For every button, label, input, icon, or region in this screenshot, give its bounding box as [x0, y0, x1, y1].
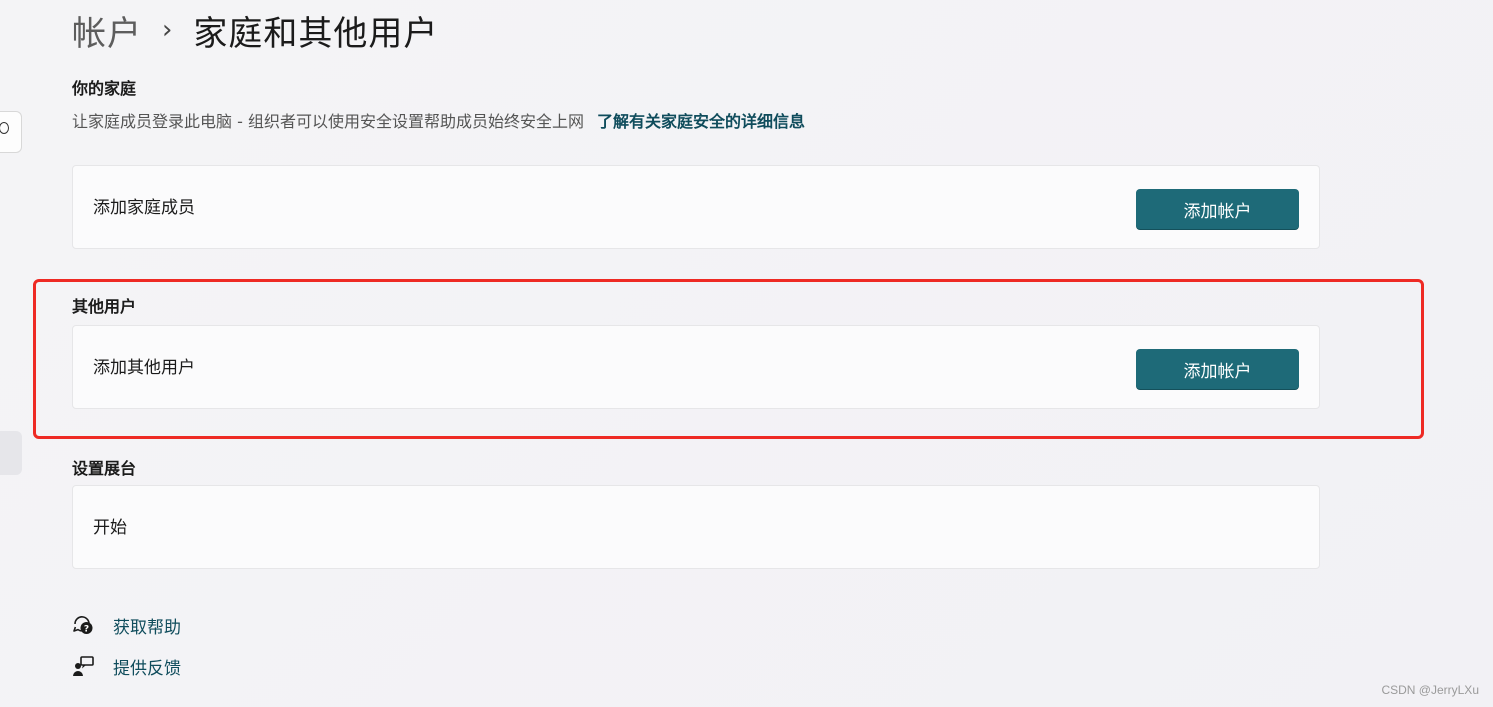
other-users-section-title: 其他用户 [72, 297, 137, 316]
kiosk-section-title: 设置展台 [72, 459, 137, 478]
family-section-title: 你的家庭 [72, 79, 137, 98]
breadcrumb-parent[interactable]: 帐户 [72, 6, 142, 55]
feedback-icon [73, 656, 94, 676]
watermark: CSDN @JerryLXu [1381, 683, 1479, 697]
get-help-label: 获取帮助 [113, 617, 181, 638]
svg-text:?: ? [84, 625, 89, 635]
breadcrumb: 帐户 › 家庭和其他用户 [72, 4, 438, 56]
sidebar-selected-item[interactable] [0, 431, 22, 475]
feedback-label: 提供反馈 [113, 658, 181, 679]
help-chat-icon: ? [73, 616, 93, 635]
kiosk-get-started-card[interactable]: 开始 [72, 485, 1320, 569]
settings-window: 帐户 › 家庭和其他用户 你的家庭 让家庭成员登录此电脑 - 组织者可以使用安全… [0, 0, 1493, 707]
add-family-member-label: 添加家庭成员 [93, 198, 195, 218]
family-description: 让家庭成员登录此电脑 - 组织者可以使用安全设置帮助成员始终安全上网 了解有关家… [72, 108, 805, 132]
add-family-member-card: 添加家庭成员 添加帐户 [72, 165, 1320, 249]
feedback-link[interactable]: 提供反馈 [72, 654, 181, 679]
sidebar-search-box[interactable] [0, 111, 22, 153]
family-safety-link[interactable]: 了解有关家庭安全的详细信息 [597, 112, 805, 131]
family-description-text: 让家庭成员登录此电脑 - 组织者可以使用安全设置帮助成员始终安全上网 [72, 112, 584, 131]
kiosk-get-started-label: 开始 [93, 518, 127, 538]
search-icon [0, 122, 9, 134]
add-other-account-button[interactable]: 添加帐户 [1136, 349, 1299, 389]
add-family-account-button[interactable]: 添加帐户 [1136, 189, 1299, 229]
add-other-user-card: 添加其他用户 添加帐户 [72, 325, 1320, 409]
page-title: 家庭和其他用户 [193, 13, 439, 54]
get-help-link[interactable]: ? 获取帮助 [72, 613, 181, 638]
breadcrumb-chevron-icon: › [162, 15, 174, 45]
add-other-user-label: 添加其他用户 [93, 358, 195, 378]
